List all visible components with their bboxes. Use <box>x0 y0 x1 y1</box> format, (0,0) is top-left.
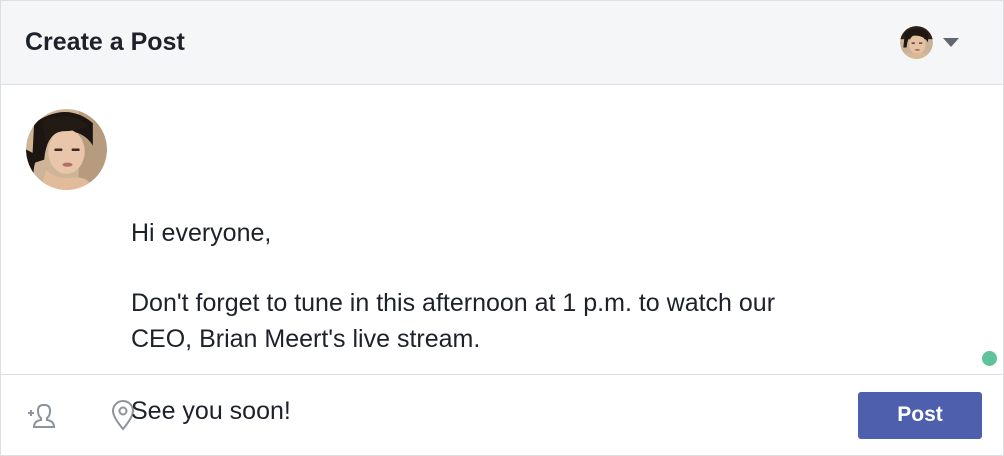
avatar <box>900 26 933 59</box>
create-post-card: Create a Post Hi everyone, Don't forget … <box>0 0 1004 456</box>
post-button[interactable]: Post <box>858 391 982 439</box>
tag-people-icon <box>28 404 56 428</box>
page-title: Create a Post <box>25 28 185 56</box>
chevron-down-icon <box>943 38 959 47</box>
post-text-line: Don't forget to tune in this afternoon a… <box>131 289 776 317</box>
avatar <box>26 109 107 190</box>
post-composer[interactable]: Hi everyone, Don't forget to tune in thi… <box>1 85 1003 425</box>
status-indicator <box>982 351 997 366</box>
post-as-switcher[interactable] <box>900 26 959 59</box>
post-text-line: See you soon! <box>131 397 291 425</box>
post-text-line: Hi everyone, <box>131 219 272 247</box>
post-text-line: CEO, Brian Meert's live stream. <box>131 325 481 353</box>
card-header: Create a Post <box>1 1 1003 85</box>
tag-people-button[interactable] <box>25 397 61 433</box>
